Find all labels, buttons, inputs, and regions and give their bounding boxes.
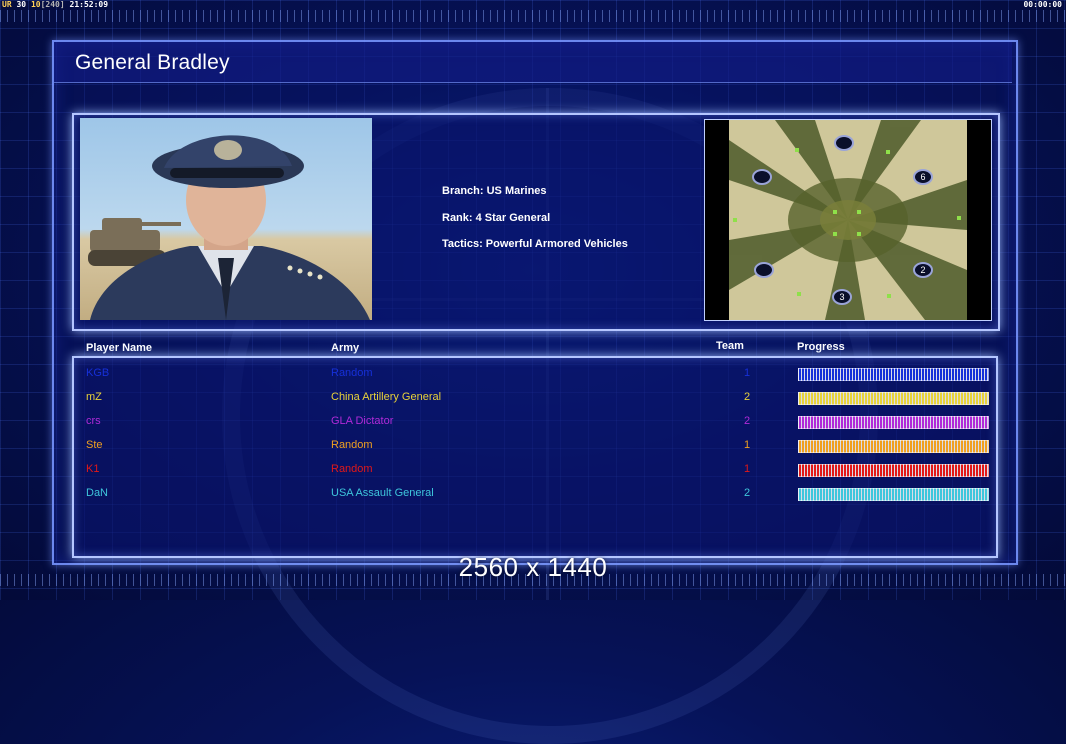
hud-value-c: [240] [40, 0, 65, 9]
player-team: 2 [744, 487, 751, 499]
resolution-label: 2560 x 1440 [458, 552, 608, 582]
player-team: 2 [744, 391, 751, 403]
player-name: KGB [86, 367, 110, 379]
player-army: GLA Dictator [331, 415, 394, 427]
player-army: USA Assault General [331, 487, 434, 499]
map-preview-image: 6 2 3 [729, 120, 967, 320]
general-portrait-image [88, 135, 370, 320]
player-name: Ste [86, 439, 103, 451]
player-team: 1 [744, 367, 751, 379]
player-name: mZ [86, 391, 102, 403]
player-progress-bar [798, 464, 989, 477]
general-stats: Branch: US Marines Rank: 4 Star General … [442, 185, 628, 265]
player-progress-bar [798, 488, 989, 501]
player-row: DaN USA Assault General 2 [0, 487, 1066, 511]
header-army: Army [331, 342, 360, 354]
header-team: Team [716, 340, 744, 352]
player-row: crs GLA Dictator 2 [0, 415, 1066, 439]
player-name: crs [86, 415, 101, 427]
general-title: General Bradley [75, 51, 230, 74]
player-progress-bar [798, 392, 989, 405]
map-preview: 6 2 3 [704, 119, 992, 321]
player-army: Random [331, 463, 373, 475]
general-portrait [80, 118, 372, 320]
spawn-label-3: 3 [839, 292, 844, 302]
spawn-label-6: 6 [920, 172, 925, 182]
header-progress: Progress [797, 341, 845, 353]
hud-value-a: 30 [16, 0, 27, 9]
header-player-name: Player Name [86, 342, 153, 354]
player-name: DaN [86, 487, 109, 499]
player-progress-bar [798, 368, 989, 381]
spawn-label-2: 2 [920, 265, 925, 275]
player-progress-bar [798, 440, 989, 453]
player-row: mZ China Artillery General 2 [0, 391, 1066, 415]
general-tactics: Tactics: Powerful Armored Vehicles [442, 238, 628, 250]
player-army: Random [331, 367, 373, 379]
player-army: Random [331, 439, 373, 451]
player-row: K1 Random 1 [0, 463, 1066, 487]
hud-value-b: 10 [30, 0, 41, 9]
player-row: KGB Random 1 [0, 367, 1066, 391]
player-team: 1 [744, 463, 751, 475]
player-army: China Artillery General [331, 391, 442, 403]
player-name: K1 [86, 463, 100, 475]
general-rank: Rank: 4 Star General [442, 211, 551, 224]
hud-clock: 21:52:09 [69, 0, 109, 9]
general-branch: Branch: US Marines [442, 185, 547, 197]
hud-ur-label: UR [2, 0, 12, 9]
player-team: 2 [744, 415, 751, 427]
hud-stats-left: UR 30 10[240] 21:52:09 [2, 0, 108, 10]
player-team: 1 [744, 439, 751, 451]
player-row: Ste Random 1 [0, 439, 1066, 463]
top-ruler-decoration [0, 10, 1066, 22]
hud-game-timer: 00:00:00 [1023, 0, 1062, 9]
player-progress-bar [798, 416, 989, 429]
